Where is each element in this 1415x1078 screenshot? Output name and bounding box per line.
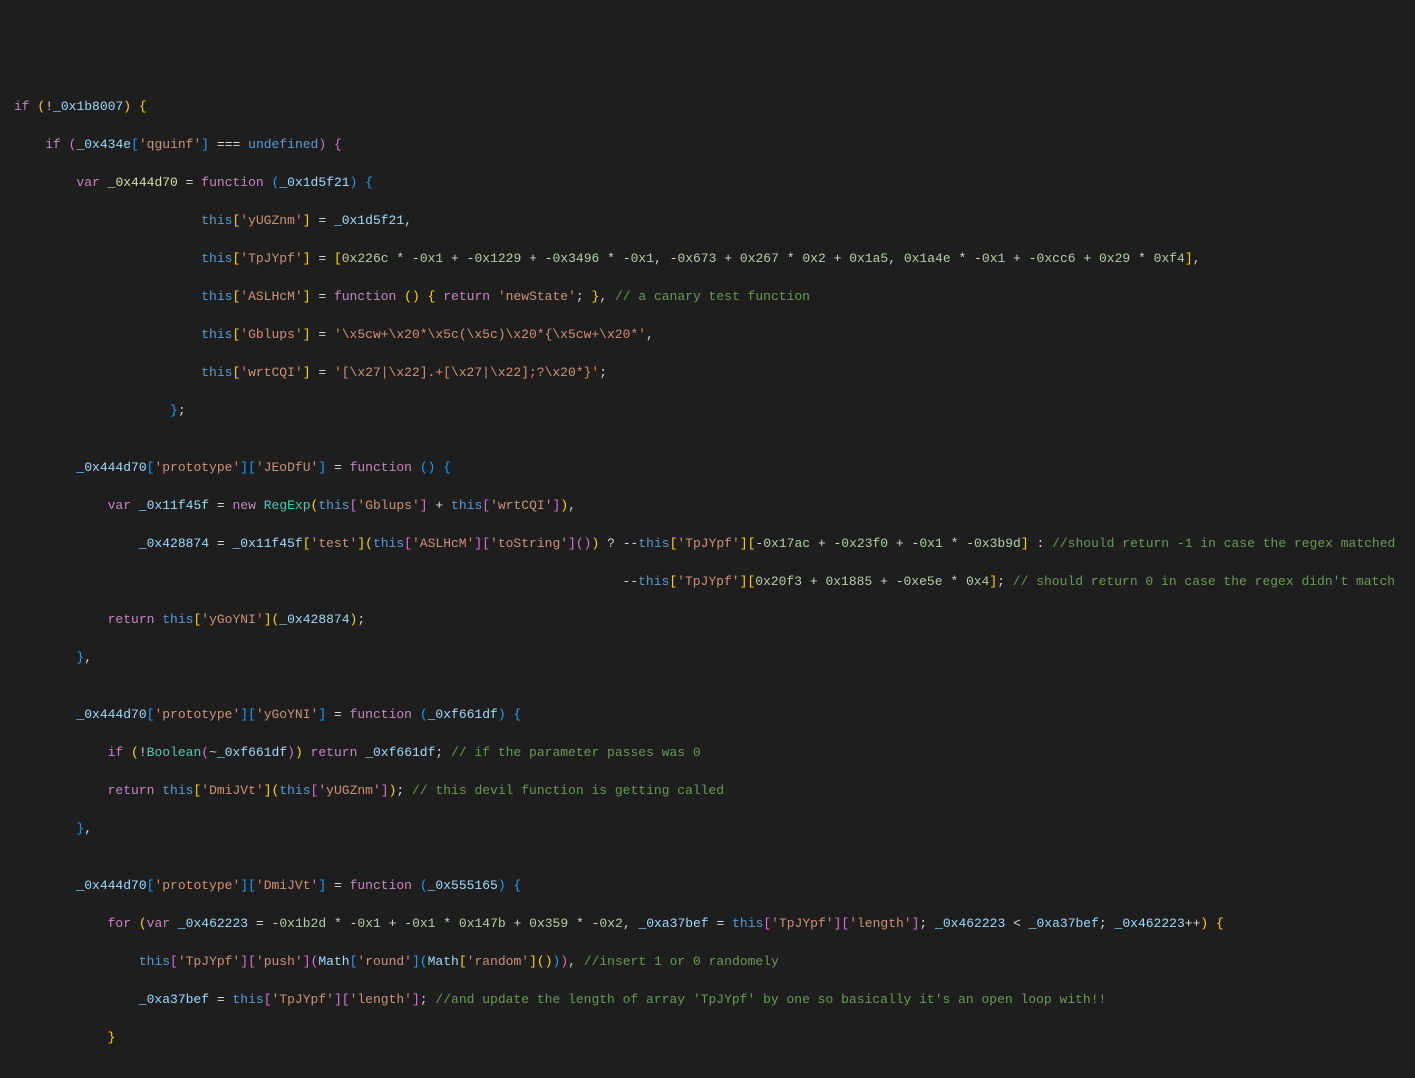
code-line: _0x428874 = _0x11f45f['test'](this['ASLH… <box>0 534 1415 553</box>
code-line: if (_0x434e['qguinf'] === undefined) { <box>0 135 1415 154</box>
code-line: }; <box>0 401 1415 420</box>
code-line: var _0x11f45f = new RegExp(this['Gblups'… <box>0 496 1415 515</box>
code-line: for (var _0x462223 = -0x1b2d * -0x1 + -0… <box>0 914 1415 933</box>
code-line: this['TpJYpf']['push'](Math['round'](Mat… <box>0 952 1415 971</box>
code-line: this['ASLHcM'] = function () { return 'n… <box>0 287 1415 306</box>
code-line: if (!Boolean(~_0xf661df)) return _0xf661… <box>0 743 1415 762</box>
code-line: _0x444d70['prototype']['DmiJVt'] = funct… <box>0 876 1415 895</box>
code-line: this['yUGZnm'] = _0x1d5f21, <box>0 211 1415 230</box>
code-line: return this['DmiJVt'](this['yUGZnm']); /… <box>0 781 1415 800</box>
code-line: this['Gblups'] = '\x5cw+\x20*\x5c(\x5c)\… <box>0 325 1415 344</box>
code-line: --this['TpJYpf'][0x20f3 + 0x1885 + -0xe5… <box>0 572 1415 591</box>
code-line: }, <box>0 819 1415 838</box>
code-line: var _0x444d70 = function (_0x1d5f21) { <box>0 173 1415 192</box>
code-line: _0x444d70['prototype']['yGoYNI'] = funct… <box>0 705 1415 724</box>
code-line: if (!_0x1b8007) { <box>0 97 1415 116</box>
code-line: } <box>0 1028 1415 1047</box>
code-line: this['TpJYpf'] = [0x226c * -0x1 + -0x122… <box>0 249 1415 268</box>
code-line: _0x444d70['prototype']['JEoDfU'] = funct… <box>0 458 1415 477</box>
code-line: }, <box>0 648 1415 667</box>
code-editor[interactable]: if (!_0x1b8007) { if (_0x434e['qguinf'] … <box>0 78 1415 1066</box>
code-line: return this['yGoYNI'](_0x428874); <box>0 610 1415 629</box>
code-line: _0xa37bef = this['TpJYpf']['length']; //… <box>0 990 1415 1009</box>
code-line: this['wrtCQI'] = '[\x27|\x22].+[\x27|\x2… <box>0 363 1415 382</box>
